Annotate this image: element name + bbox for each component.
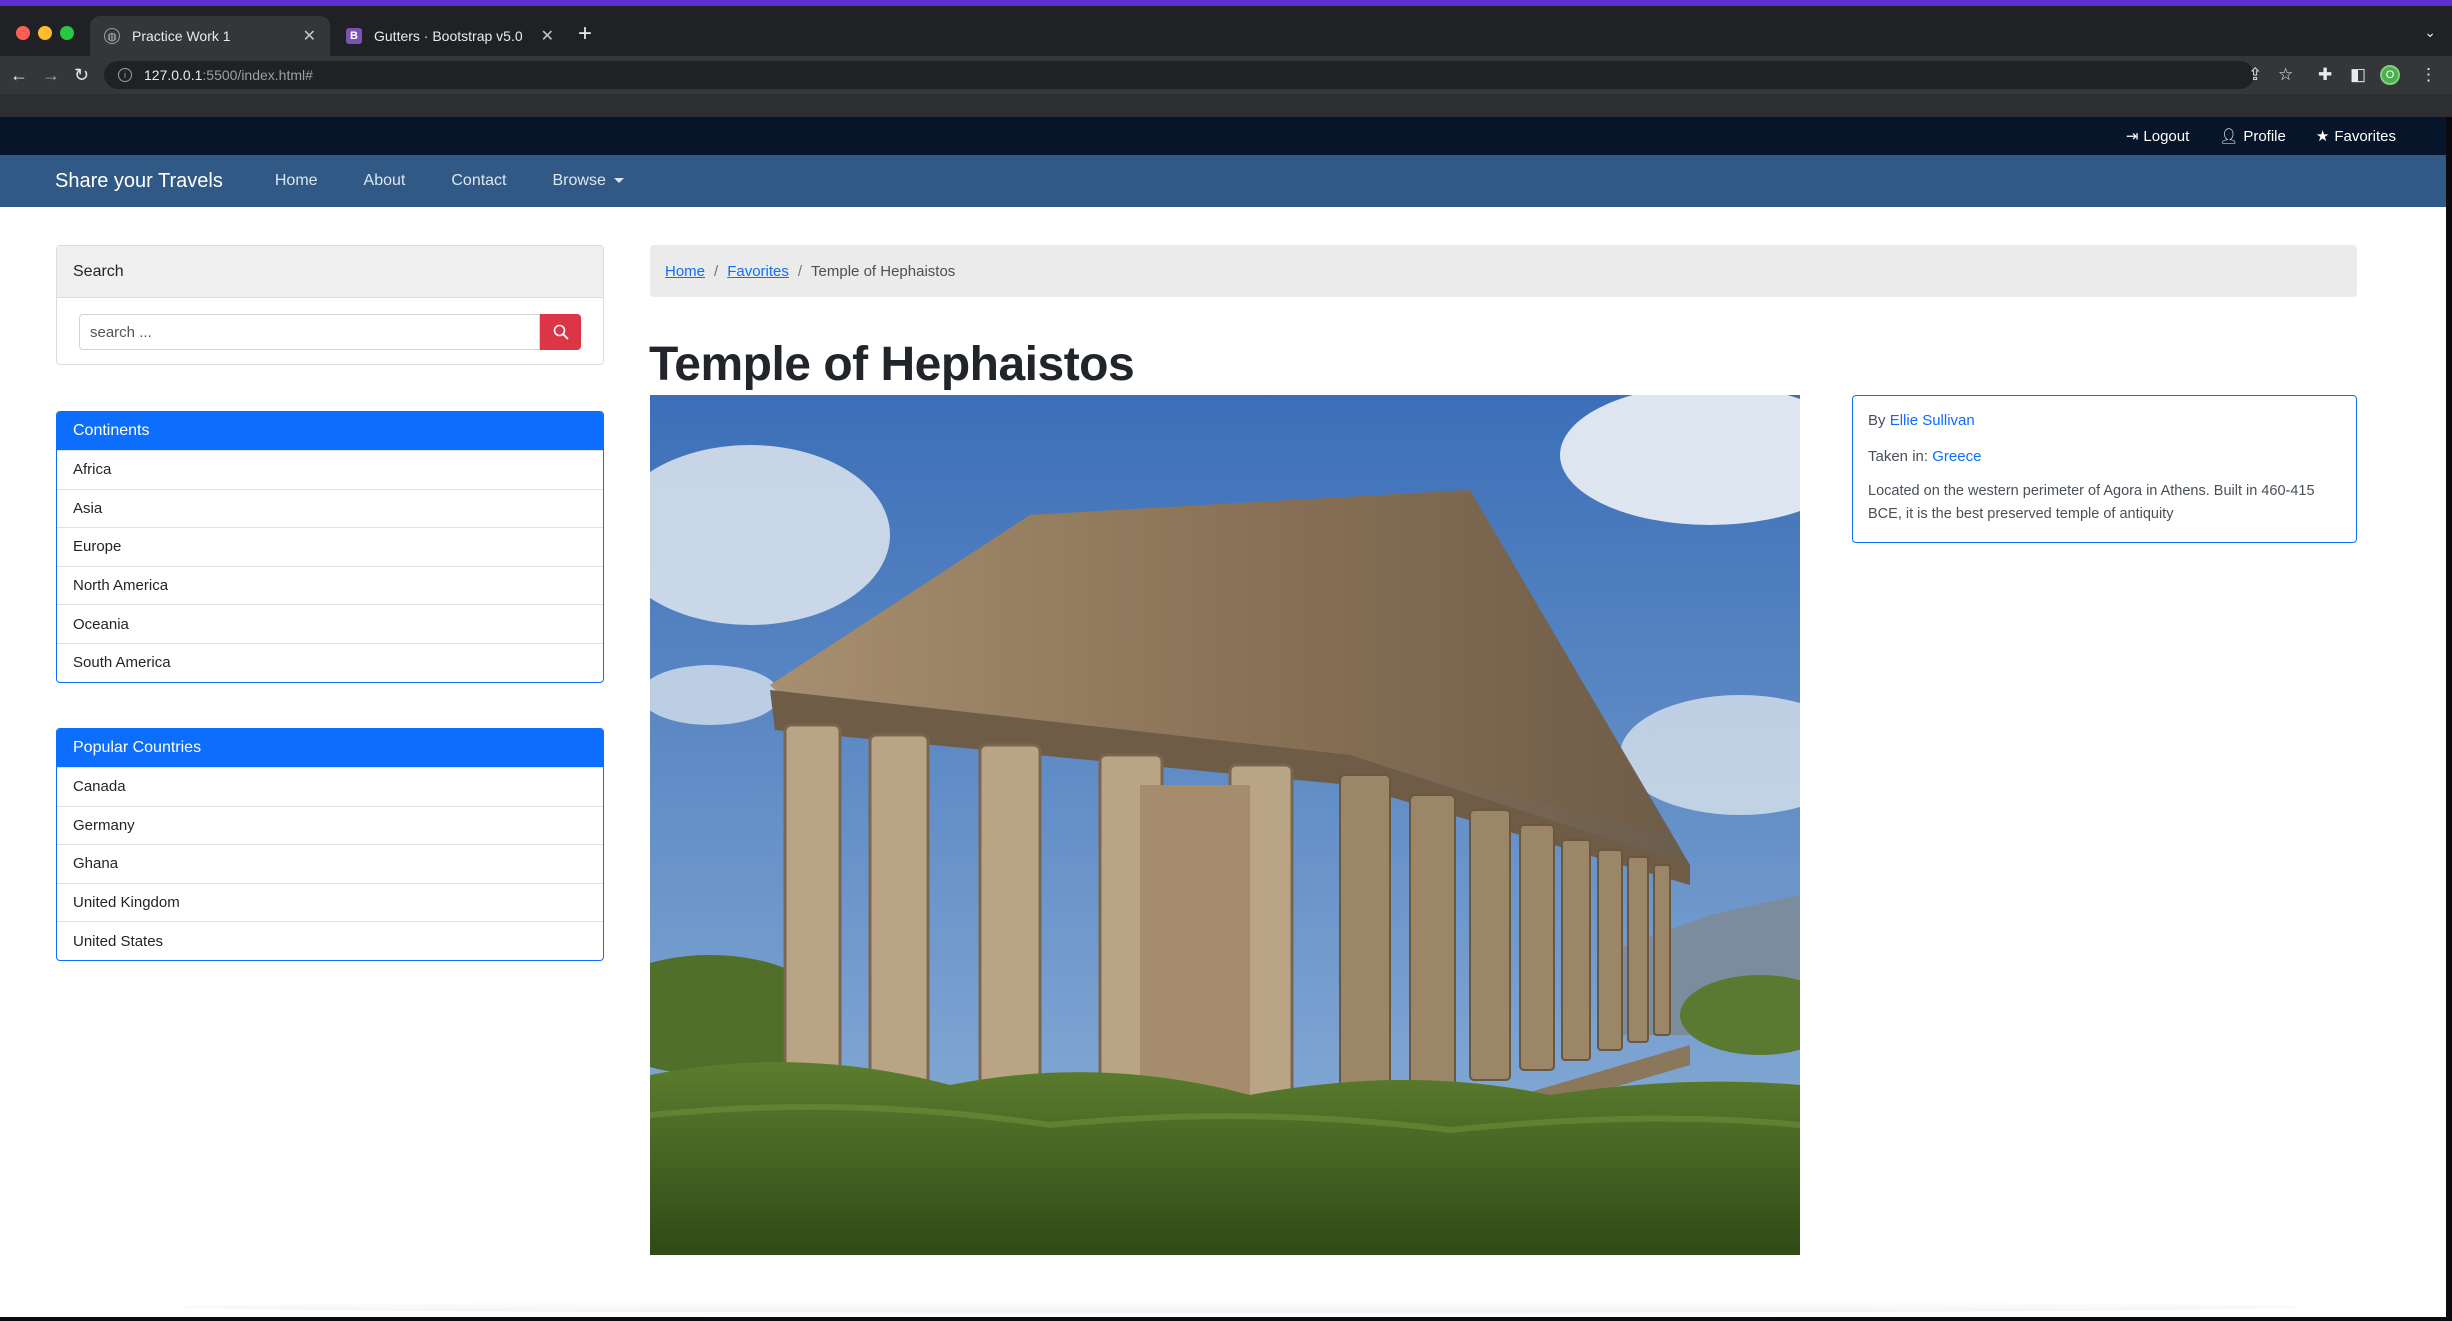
close-window-button[interactable]	[16, 26, 30, 40]
author-line: By Ellie Sullivan	[1868, 410, 2341, 432]
chevron-down-icon[interactable]: ⌄	[2424, 24, 2436, 41]
share-icon[interactable]: ⇪	[2248, 64, 2262, 86]
browser-tab-gutters[interactable]: B Gutters · Bootstrap v5.0 ✕	[332, 16, 568, 56]
breadcrumb: Home / Favorites / Temple of Hephaistos	[650, 245, 2357, 297]
search-card: Search	[56, 245, 604, 365]
continent-item[interactable]: Africa	[57, 450, 603, 489]
favorites-link[interactable]: ★ Favorites	[2315, 127, 2396, 146]
favorites-label: Favorites	[2334, 127, 2396, 145]
sidebar-icon[interactable]: ◧	[2350, 64, 2366, 86]
country-item[interactable]: United Kingdom	[57, 882, 603, 922]
person-icon: 👤︎	[2219, 128, 2239, 145]
globe-icon: ◍	[104, 28, 120, 44]
popular-countries-header: Popular Countries	[57, 729, 603, 767]
continent-item[interactable]: South America	[57, 642, 603, 682]
back-icon[interactable]: ←	[10, 64, 28, 86]
url-path: :5500/index.html#	[202, 67, 313, 83]
bootstrap-icon: B	[346, 28, 362, 44]
photo-details-card: By Ellie Sullivan Taken in: Greece Locat…	[1852, 395, 2357, 543]
brand-link[interactable]: Share your Travels	[55, 170, 223, 193]
search-icon	[553, 324, 568, 340]
tab-label: Practice Work 1	[132, 28, 231, 44]
photo-description: Located on the western perimeter of Agor…	[1868, 482, 2315, 522]
maximize-window-button[interactable]	[60, 26, 74, 40]
nav-contact[interactable]: Contact	[451, 172, 506, 190]
search-card-header: Search	[57, 246, 603, 298]
search-button[interactable]	[540, 314, 581, 350]
forward-icon[interactable]: →	[42, 64, 60, 86]
continent-item[interactable]: Asia	[57, 488, 603, 528]
bookmarks-bar	[0, 94, 2452, 117]
logout-label: Logout	[2143, 127, 2190, 145]
more-icon[interactable]: ⋮	[2420, 64, 2437, 86]
tab-strip: ◍ Practice Work 1 ✕ B Gutters · Bootstra…	[0, 6, 2452, 56]
location-line: Taken in: Greece	[1868, 446, 2341, 468]
profile-link[interactable]: 👤︎ Profile	[2219, 127, 2286, 146]
star-icon: ★	[2315, 128, 2330, 145]
page-viewport: ⇥ Logout 👤︎ Profile ★ Favorites Share yo…	[0, 117, 2446, 1317]
browser-toolbar: ← → ↻ i 127.0.0.1:5500/index.html# ⇪ ☆ ✚…	[0, 56, 2452, 94]
breadcrumb-favorites[interactable]: Favorites	[727, 263, 789, 280]
page-title: Temple of Hephaistos	[649, 338, 1135, 391]
browser-tab-practice[interactable]: ◍ Practice Work 1 ✕	[90, 16, 330, 56]
country-item[interactable]: Germany	[57, 805, 603, 845]
continent-item[interactable]: Europe	[57, 527, 603, 566]
nav-home[interactable]: Home	[275, 172, 318, 190]
continents-header: Continents	[57, 412, 603, 450]
address-bar[interactable]: i 127.0.0.1:5500/index.html#	[104, 61, 2254, 89]
site-info-icon[interactable]: i	[118, 68, 132, 82]
breadcrumb-home[interactable]: Home	[665, 263, 705, 280]
country-item[interactable]: Ghana	[57, 844, 603, 883]
star-icon[interactable]: ☆	[2278, 64, 2293, 86]
close-icon[interactable]: ✕	[303, 26, 316, 46]
reload-icon[interactable]: ↻	[74, 64, 89, 86]
nav-browse-dropdown[interactable]: Browse	[553, 172, 624, 190]
main-navbar: Share your Travels Home About Contact Br…	[0, 155, 2446, 207]
breadcrumb-separator: /	[714, 262, 719, 280]
new-tab-button[interactable]: +	[578, 22, 592, 46]
author-link[interactable]: Ellie Sullivan	[1890, 412, 1975, 429]
continent-item[interactable]: North America	[57, 565, 603, 605]
country-item[interactable]: United States	[57, 921, 603, 960]
profile-label: Profile	[2243, 127, 2286, 145]
logout-icon: ⇥	[2125, 128, 2139, 145]
close-icon[interactable]: ✕	[541, 26, 554, 46]
continent-item[interactable]: Oceania	[57, 604, 603, 643]
extensions-icon[interactable]: ✚	[2318, 64, 2332, 86]
logout-link[interactable]: ⇥ Logout	[2125, 127, 2190, 146]
footer-shadow	[180, 1301, 2300, 1313]
by-label: By	[1868, 412, 1890, 429]
breadcrumb-current: Temple of Hephaistos	[811, 262, 956, 280]
search-input[interactable]	[79, 314, 541, 350]
caret-down-icon	[613, 178, 624, 184]
popular-countries-card: Popular Countries Canada Germany Ghana U…	[56, 728, 604, 961]
nav-about[interactable]: About	[364, 172, 406, 190]
breadcrumb-separator: /	[797, 262, 803, 280]
minimize-window-button[interactable]	[38, 26, 52, 40]
taken-in-label: Taken in:	[1868, 447, 1933, 465]
country-link[interactable]: Greece	[1932, 448, 1981, 465]
url-host: 127.0.0.1	[144, 67, 203, 83]
temple-photo	[650, 395, 1800, 1255]
nav-browse-label: Browse	[552, 172, 606, 189]
continents-card: Continents Africa Asia Europe North Amer…	[56, 411, 604, 683]
country-item[interactable]: Canada	[57, 767, 603, 806]
tab-label: Gutters · Bootstrap v5.0	[374, 28, 523, 44]
profile-avatar[interactable]: O	[2380, 65, 2400, 85]
utility-bar: ⇥ Logout 👤︎ Profile ★ Favorites	[0, 117, 2446, 155]
